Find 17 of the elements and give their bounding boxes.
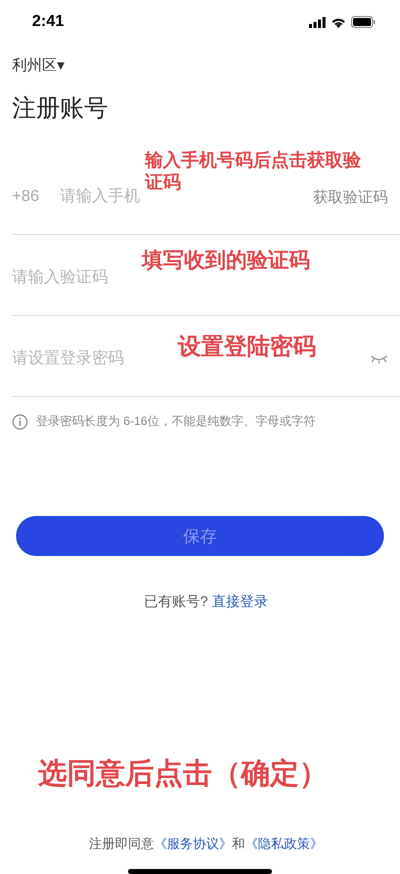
signal-icon bbox=[309, 16, 326, 28]
status-time: 2:41 bbox=[32, 13, 64, 31]
login-link[interactable]: 直接登录 bbox=[212, 593, 268, 611]
battery-icon bbox=[351, 16, 376, 28]
password-hint: 登录密码长度为 6-16位，不能是纯数字、字母或字符 bbox=[36, 413, 316, 430]
info-icon bbox=[12, 414, 28, 430]
login-prompt: 已有账号? bbox=[144, 593, 208, 611]
agreement-link[interactable]: 《隐私政策》 bbox=[245, 836, 323, 851]
agreement-text: 注册即同意《服务协议》和《隐私政策》 bbox=[89, 835, 323, 853]
closed-eye-icon[interactable] bbox=[370, 354, 388, 364]
region-selector[interactable]: 利州区▾ bbox=[12, 56, 65, 75]
agreement-link[interactable]: 《服务协议》 bbox=[154, 836, 232, 851]
wifi-icon bbox=[331, 16, 346, 28]
annotation-text: 填写收到的验证码 bbox=[142, 248, 310, 274]
annotation-text: 设置登陆密码 bbox=[178, 334, 316, 362]
annotation-text: 选同意后点击（确定） bbox=[38, 756, 328, 791]
page-title: 注册账号 bbox=[12, 94, 109, 124]
